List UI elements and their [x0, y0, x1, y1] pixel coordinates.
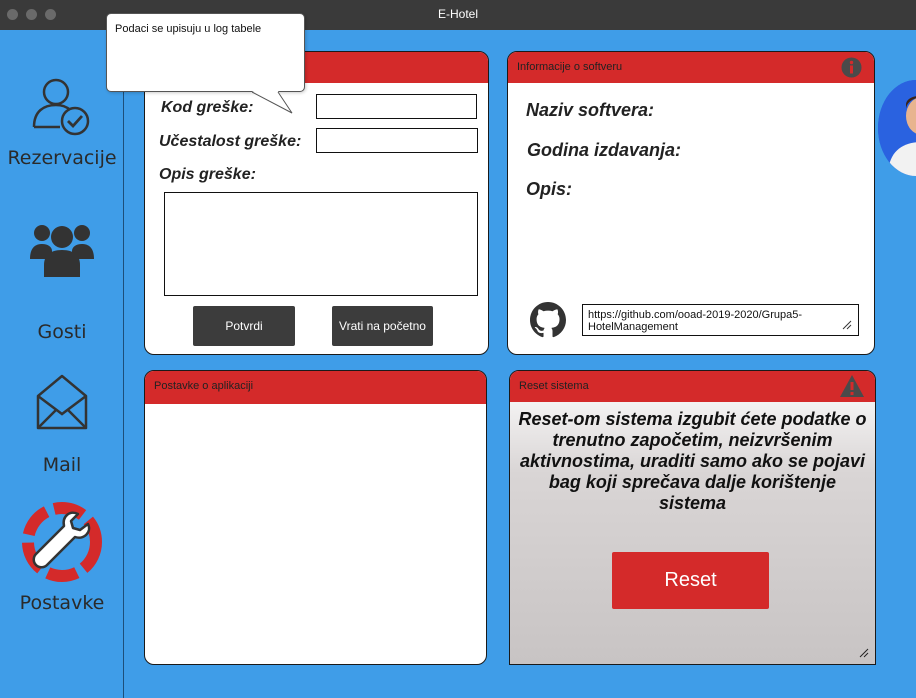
sidebar-item-label: Postavke	[19, 592, 105, 614]
avatar[interactable]	[878, 80, 916, 176]
reset-system-panel: Reset sistema Reset-om sistema izgubit ć…	[509, 370, 876, 665]
sidebar: Rezervacije Gosti Mail Postavke	[0, 30, 124, 698]
error-log-panel: Kod greške: Učestalost greške: Opis greš…	[144, 51, 489, 355]
resize-grip-icon[interactable]	[859, 648, 869, 658]
software-name-label: Naziv softvera:	[526, 100, 655, 120]
software-info-header: Informacije o softveru	[508, 52, 874, 83]
sidebar-item-postavke[interactable]: Postavke	[0, 500, 124, 614]
sidebar-item-rezervacije[interactable]: Rezervacije	[0, 75, 124, 169]
user-check-icon	[32, 78, 90, 136]
sidebar-item-label: Mail	[42, 454, 82, 476]
reset-system-header: Reset sistema	[510, 371, 875, 402]
resize-grip-icon[interactable]	[842, 320, 852, 330]
info-icon[interactable]	[841, 57, 862, 78]
info-tooltip: Podaci se upisuju u log tabele	[106, 13, 305, 114]
confirm-button[interactable]: Potvrdi	[193, 306, 295, 346]
error-description-label: Opis greške:	[159, 166, 256, 183]
tooltip-pointer	[252, 91, 293, 114]
release-year-label: Godina izdavanja:	[527, 140, 682, 160]
repository-url-field[interactable]: https://github.com/ooad-2019-2020/Grupa5…	[582, 304, 859, 336]
reset-button[interactable]: Reset	[612, 552, 769, 609]
error-description-textarea[interactable]	[164, 192, 478, 296]
sidebar-item-mail[interactable]: Mail	[0, 372, 124, 476]
app-settings-header: Postavke o aplikaciji	[145, 371, 486, 404]
software-description-label: Opis:	[526, 179, 573, 199]
envelope-icon	[36, 374, 88, 430]
software-info-panel: Informacije o softveru Naziv softvera: G…	[507, 51, 875, 355]
wrench-settings-icon	[22, 502, 102, 582]
error-code-label: Kod greške:	[161, 99, 254, 116]
user-photo-icon	[878, 80, 916, 176]
sidebar-item-label: Rezervacije	[7, 147, 117, 169]
sidebar-item-gosti[interactable]: Gosti	[0, 213, 124, 343]
repository-url-text: https://github.com/ooad-2019-2020/Grupa5…	[588, 309, 803, 333]
reset-system-title: Reset sistema	[519, 380, 589, 392]
sidebar-item-label: Gosti	[37, 321, 87, 343]
group-icon	[30, 225, 94, 277]
software-info-title: Informacije o softveru	[517, 61, 623, 73]
reset-warning-text: Reset-om sistema izgubit ćete podatke o …	[518, 409, 867, 513]
error-code-input[interactable]	[316, 94, 477, 119]
app-settings-panel: Postavke o aplikaciji	[144, 370, 487, 665]
warning-icon	[840, 375, 864, 397]
app-settings-title: Postavke o aplikaciji	[154, 380, 254, 392]
github-icon[interactable]	[530, 302, 566, 338]
error-frequency-input[interactable]	[316, 128, 478, 153]
error-frequency-label: Učestalost greške:	[159, 133, 302, 150]
tooltip-text: Podaci se upisuju u log tabele	[115, 23, 262, 35]
back-to-start-button[interactable]: Vrati na početno	[332, 306, 433, 346]
